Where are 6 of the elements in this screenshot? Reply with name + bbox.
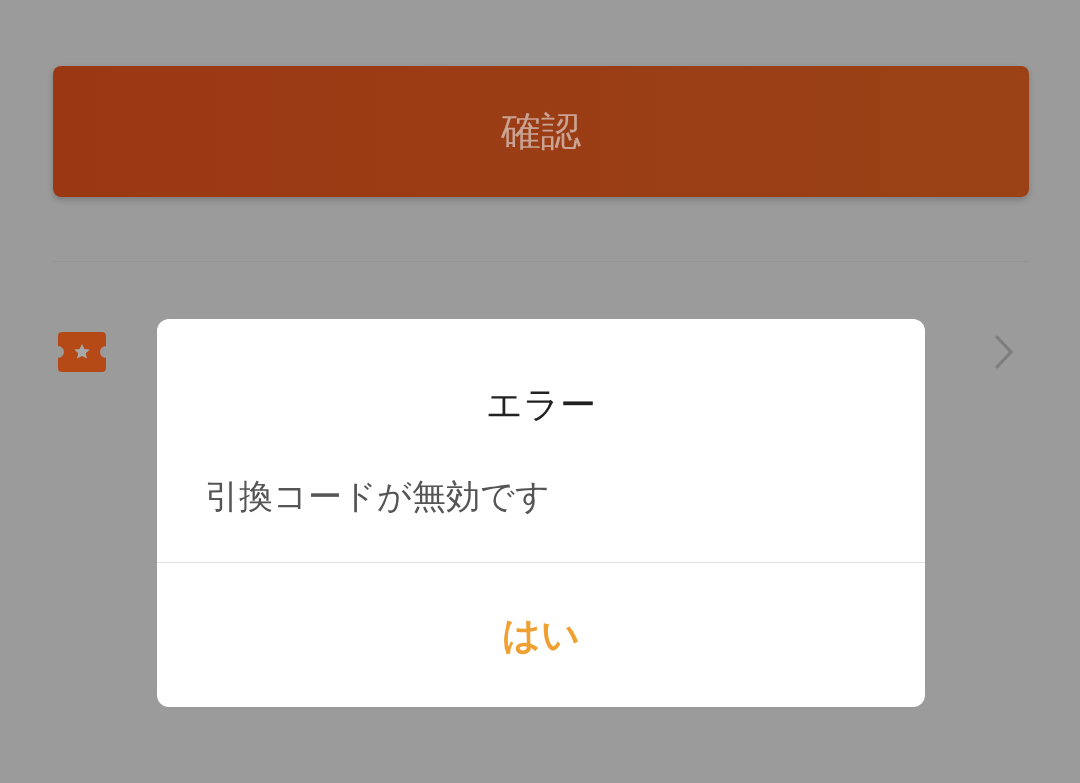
chevron-right-icon	[994, 334, 1014, 370]
dialog-title: エラー	[485, 383, 597, 427]
confirm-button[interactable]: 確認	[53, 66, 1029, 197]
ticket-icon	[58, 332, 106, 372]
dialog-message: 引換コードが無効です	[205, 475, 551, 518]
yes-button[interactable]: はい	[157, 563, 925, 707]
